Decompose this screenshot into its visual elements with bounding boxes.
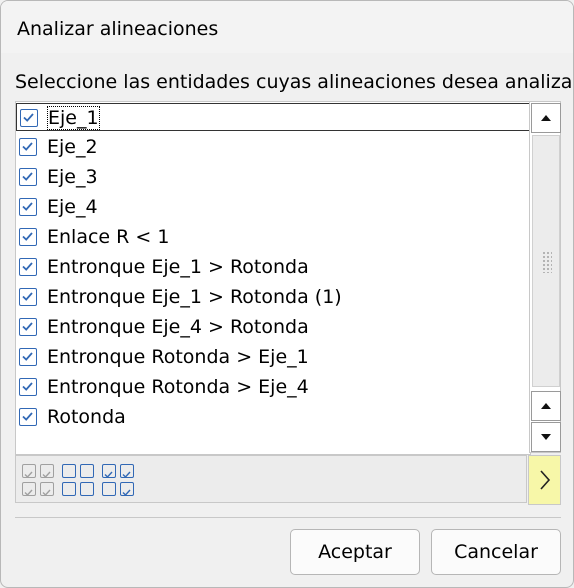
list-item[interactable]: Eje_2 [16, 133, 530, 161]
scroll-up-button-lower[interactable] [531, 391, 561, 421]
item-checkbox[interactable] [19, 348, 37, 366]
list-toolbar [15, 455, 527, 503]
check-selected-icon[interactable] [102, 462, 136, 498]
dialog-window: Analizar alineaciones Seleccione las ent… [0, 0, 574, 588]
item-label: Eje_4 [47, 196, 98, 218]
item-label: Eje_2 [47, 136, 98, 158]
item-checkbox[interactable] [19, 318, 37, 336]
list-item[interactable]: Entronque Eje_1 > Rotonda [16, 253, 530, 281]
expand-toolbar-button[interactable] [528, 455, 561, 505]
item-label: Eje_1 [47, 106, 100, 130]
item-label: Entronque Rotonda > Eje_1 [47, 346, 309, 368]
list-item[interactable]: Eje_4 [16, 193, 530, 221]
item-checkbox[interactable] [19, 138, 37, 156]
item-label: Entronque Eje_4 > Rotonda [47, 316, 309, 338]
list-item[interactable]: Entronque Rotonda > Eje_4 [16, 373, 530, 401]
triangle-up-icon [541, 403, 551, 409]
item-checkbox[interactable] [19, 168, 37, 186]
item-checkbox[interactable] [19, 228, 37, 246]
check-all-disabled-icon[interactable] [22, 462, 56, 498]
list-item[interactable]: Entronque Eje_1 > Rotonda (1) [16, 283, 530, 311]
dialog-title: Analizar alineaciones [17, 18, 219, 40]
item-label: Eje_3 [47, 166, 98, 188]
item-label: Entronque Eje_1 > Rotonda [47, 256, 309, 278]
scroll-up-button[interactable] [531, 103, 561, 133]
scroll-thumb[interactable] [532, 135, 560, 387]
list-item[interactable]: Rotonda [16, 403, 530, 431]
item-checkbox[interactable] [19, 258, 37, 276]
item-checkbox[interactable] [19, 408, 37, 426]
triangle-down-icon [541, 434, 551, 440]
list-item[interactable]: Entronque Eje_4 > Rotonda [16, 313, 530, 341]
triangle-up-icon [541, 115, 551, 121]
cancel-button[interactable]: Cancelar [431, 529, 561, 575]
item-label: Entronque Rotonda > Eje_4 [47, 376, 309, 398]
grip-icon [542, 251, 552, 273]
item-label: Rotonda [47, 406, 126, 428]
item-label: Enlace R < 1 [47, 226, 170, 248]
list-item[interactable]: Entronque Rotonda > Eje_1 [16, 343, 530, 371]
uncheck-all-icon[interactable] [62, 462, 96, 498]
chevron-right-icon [539, 470, 550, 490]
list-scrollbar[interactable] [529, 101, 561, 453]
accept-button[interactable]: Aceptar [290, 529, 420, 575]
item-checkbox[interactable] [19, 198, 37, 216]
title-bar: Analizar alineaciones [1, 1, 573, 53]
item-checkbox[interactable] [20, 109, 38, 127]
separator [15, 517, 561, 518]
list-item[interactable]: Enlace R < 1 [16, 223, 530, 251]
list-item[interactable]: Eje_1 [16, 103, 530, 131]
entity-list[interactable]: Eje_1 Eje_2 Eje_3 Eje_4 Enlace R < 1 Entronqu… [15, 101, 531, 455]
item-label: Entronque Eje_1 > Rotonda (1) [47, 286, 342, 308]
instruction-label: Seleccione las entidades cuyas alineacio… [15, 71, 574, 93]
list-item[interactable]: Eje_3 [16, 163, 530, 191]
item-checkbox[interactable] [19, 288, 37, 306]
item-checkbox[interactable] [19, 378, 37, 396]
scroll-down-button[interactable] [531, 422, 561, 452]
